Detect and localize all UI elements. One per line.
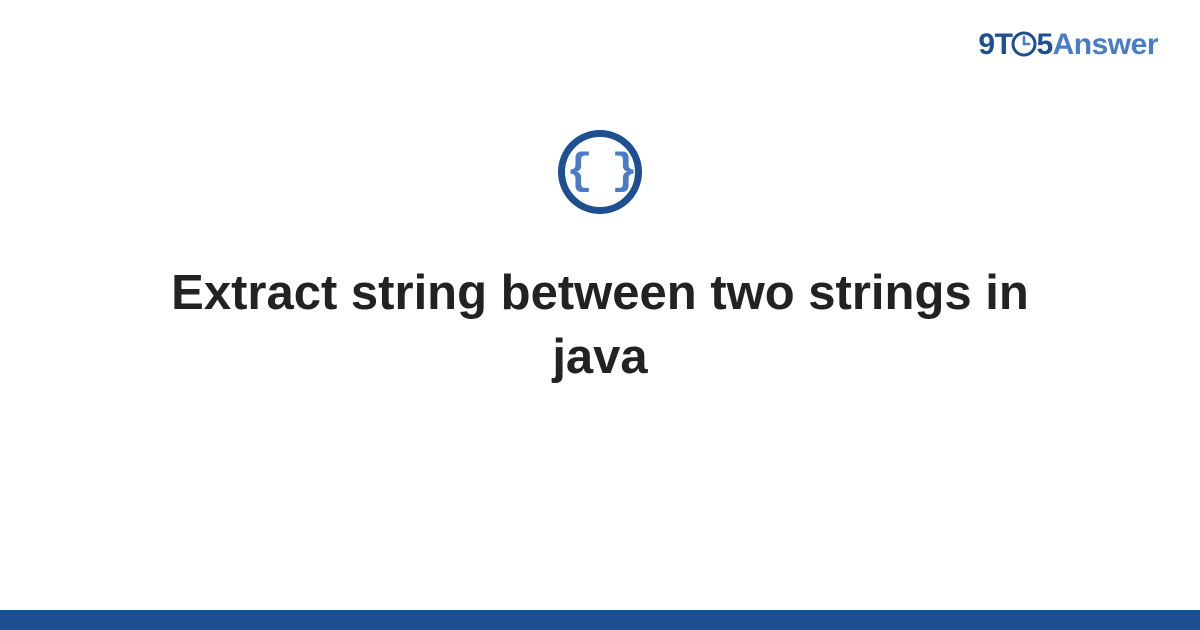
footer-accent-bar bbox=[0, 610, 1200, 630]
code-braces-icon: { } bbox=[566, 150, 633, 194]
main-content: { } Extract string between two strings i… bbox=[0, 130, 1200, 389]
page-title: Extract string between two strings in ja… bbox=[100, 262, 1100, 389]
category-icon-circle: { } bbox=[558, 130, 642, 214]
site-logo: 9T 5Answer bbox=[978, 28, 1158, 62]
logo-text-5: 5 bbox=[1036, 28, 1052, 61]
logo-text-answer: Answer bbox=[1053, 28, 1158, 61]
logo-text-9t: 9T bbox=[978, 28, 1012, 61]
logo-clock-icon bbox=[1011, 31, 1037, 57]
